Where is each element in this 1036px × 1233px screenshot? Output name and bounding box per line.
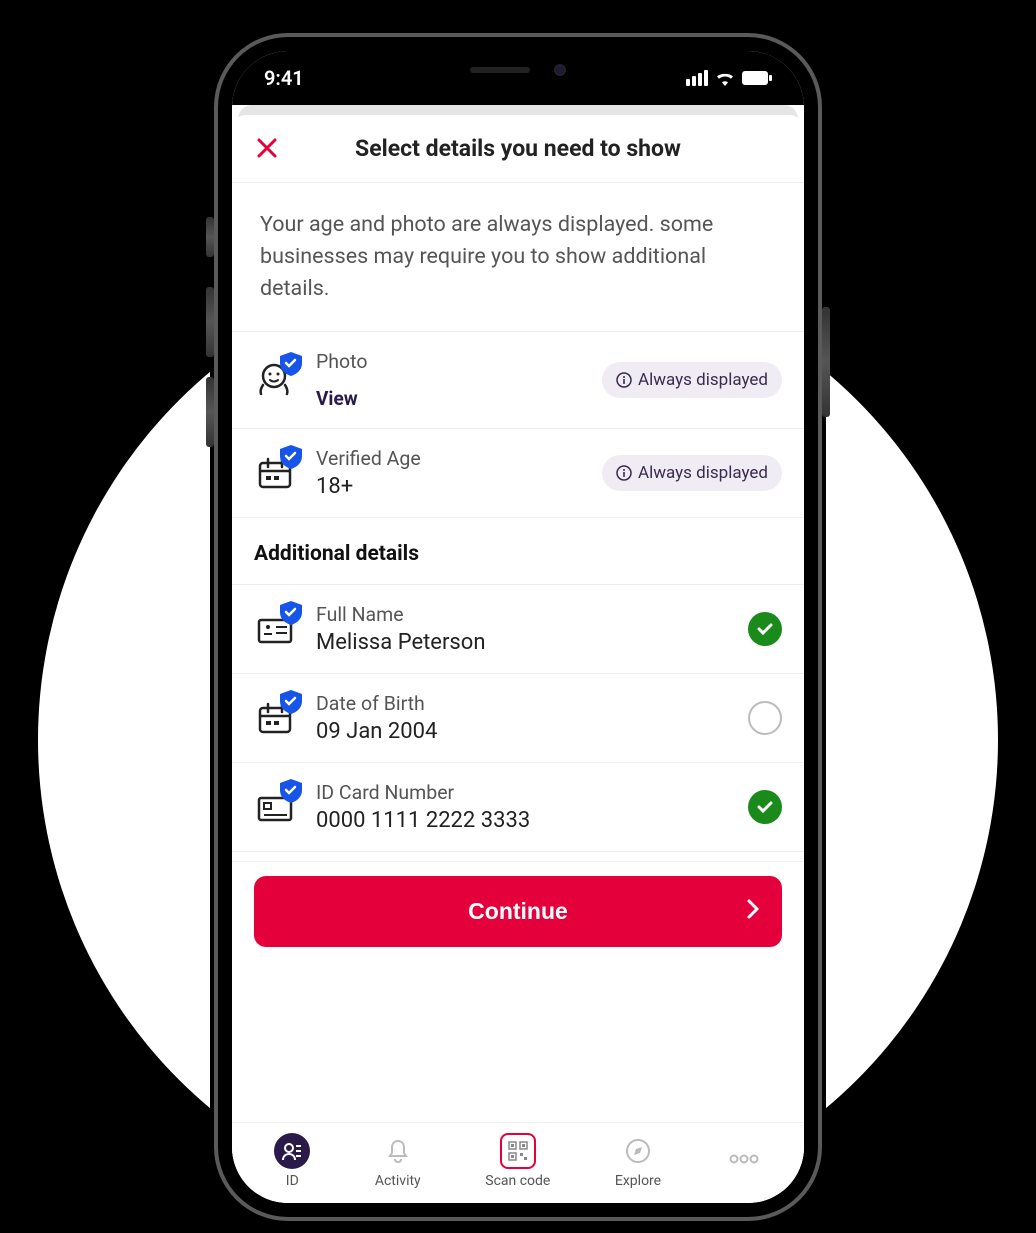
modal-header: Select details you need to show [232, 115, 804, 183]
detail-value: 0000 1111 2222 3333 [316, 808, 730, 833]
info-icon [616, 372, 632, 388]
phone-side-button [206, 377, 214, 447]
more-icon [726, 1141, 762, 1177]
continue-button[interactable]: Continue [254, 876, 782, 947]
phone-side-button [206, 217, 214, 257]
nav-label: Scan code [485, 1173, 550, 1189]
checkbox-id-number[interactable] [748, 790, 782, 824]
detail-label: Date of Birth [316, 692, 730, 715]
verified-shield-icon [280, 601, 302, 625]
continue-label: Continue [468, 898, 568, 924]
nav-label: Activity [375, 1173, 421, 1189]
checkbox-dob[interactable] [748, 701, 782, 735]
nav-explore[interactable]: Explore [615, 1133, 661, 1189]
intro-text: Your age and photo are always displayed.… [232, 183, 804, 333]
detail-row-age: Verified Age 18+ Always displayed [232, 429, 804, 518]
badge-label: Always displayed [638, 463, 768, 483]
verified-shield-icon [280, 445, 302, 469]
detail-row-dob[interactable]: Date of Birth 09 Jan 2004 [232, 674, 804, 763]
compass-icon [620, 1133, 656, 1169]
additional-details-header: Additional details [232, 518, 804, 585]
detail-label: Full Name [316, 603, 730, 626]
qr-icon [500, 1133, 536, 1169]
detail-row-photo: Photo View Always displayed [232, 332, 804, 429]
always-displayed-badge: Always displayed [602, 362, 782, 398]
chevron-right-icon [746, 898, 760, 926]
modal-sheet: Select details you need to show Your age… [232, 115, 804, 1203]
nav-label: ID [286, 1173, 299, 1189]
calendar-icon [254, 696, 298, 740]
view-photo-link[interactable]: View [316, 387, 584, 410]
wifi-icon [714, 70, 736, 86]
checkbox-full-name[interactable] [748, 612, 782, 646]
nav-id[interactable]: ID [274, 1133, 310, 1189]
person-icon [254, 358, 298, 402]
nav-scan-code[interactable]: Scan code [485, 1133, 550, 1189]
detail-value: Melissa Peterson [316, 630, 730, 655]
detail-label: Verified Age [316, 447, 584, 470]
id-number-icon [254, 785, 298, 829]
detail-label: Photo [316, 350, 584, 373]
nav-more[interactable] [726, 1141, 762, 1181]
verified-shield-icon [280, 352, 302, 376]
badge-label: Always displayed [638, 370, 768, 390]
phone-side-button [206, 287, 214, 357]
verified-shield-icon [280, 779, 302, 803]
battery-icon [742, 71, 772, 85]
bottom-nav: ID Activity Scan code [232, 1122, 804, 1203]
nav-label: Explore [615, 1173, 661, 1189]
bell-icon [380, 1133, 416, 1169]
detail-value: 18+ [316, 474, 584, 499]
signal-icon [686, 70, 708, 86]
phone-frame: 9:41 Select details you need to show [218, 37, 818, 1217]
page-title: Select details you need to show [280, 135, 782, 162]
nav-activity[interactable]: Activity [375, 1133, 421, 1189]
phone-screen: 9:41 Select details you need to show [232, 51, 804, 1203]
verified-shield-icon [280, 690, 302, 714]
detail-label: ID Card Number [316, 781, 730, 804]
detail-row-id-number[interactable]: ID Card Number 0000 1111 2222 3333 [232, 763, 804, 852]
calendar-icon [254, 451, 298, 495]
always-displayed-badge: Always displayed [602, 455, 782, 491]
close-icon[interactable] [254, 135, 280, 161]
phone-side-button [822, 307, 830, 417]
info-icon [616, 465, 632, 481]
status-time: 9:41 [264, 66, 304, 90]
detail-value: 09 Jan 2004 [316, 719, 730, 744]
phone-notch [393, 51, 643, 89]
detail-row-full-name[interactable]: Full Name Melissa Peterson [232, 585, 804, 674]
id-card-icon [254, 607, 298, 651]
